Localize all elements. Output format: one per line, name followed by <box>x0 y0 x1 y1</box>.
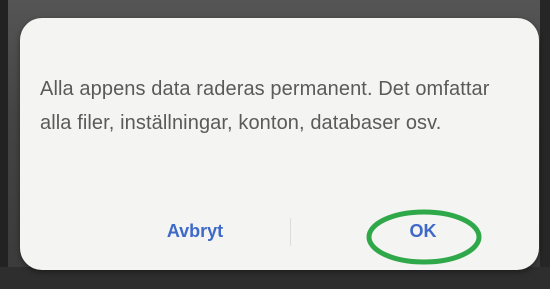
button-divider <box>290 218 291 246</box>
confirm-dialog: Alla appens data raderas permanent. Det … <box>20 18 539 270</box>
phone-bezel-right <box>540 0 550 289</box>
dialog-message: Alla appens data raderas permanent. Det … <box>40 78 490 134</box>
ok-highlight-circle <box>366 209 482 265</box>
cancel-button[interactable]: Avbryt <box>140 214 250 248</box>
phone-bezel-left <box>0 0 8 289</box>
background-app-strip <box>0 267 550 289</box>
